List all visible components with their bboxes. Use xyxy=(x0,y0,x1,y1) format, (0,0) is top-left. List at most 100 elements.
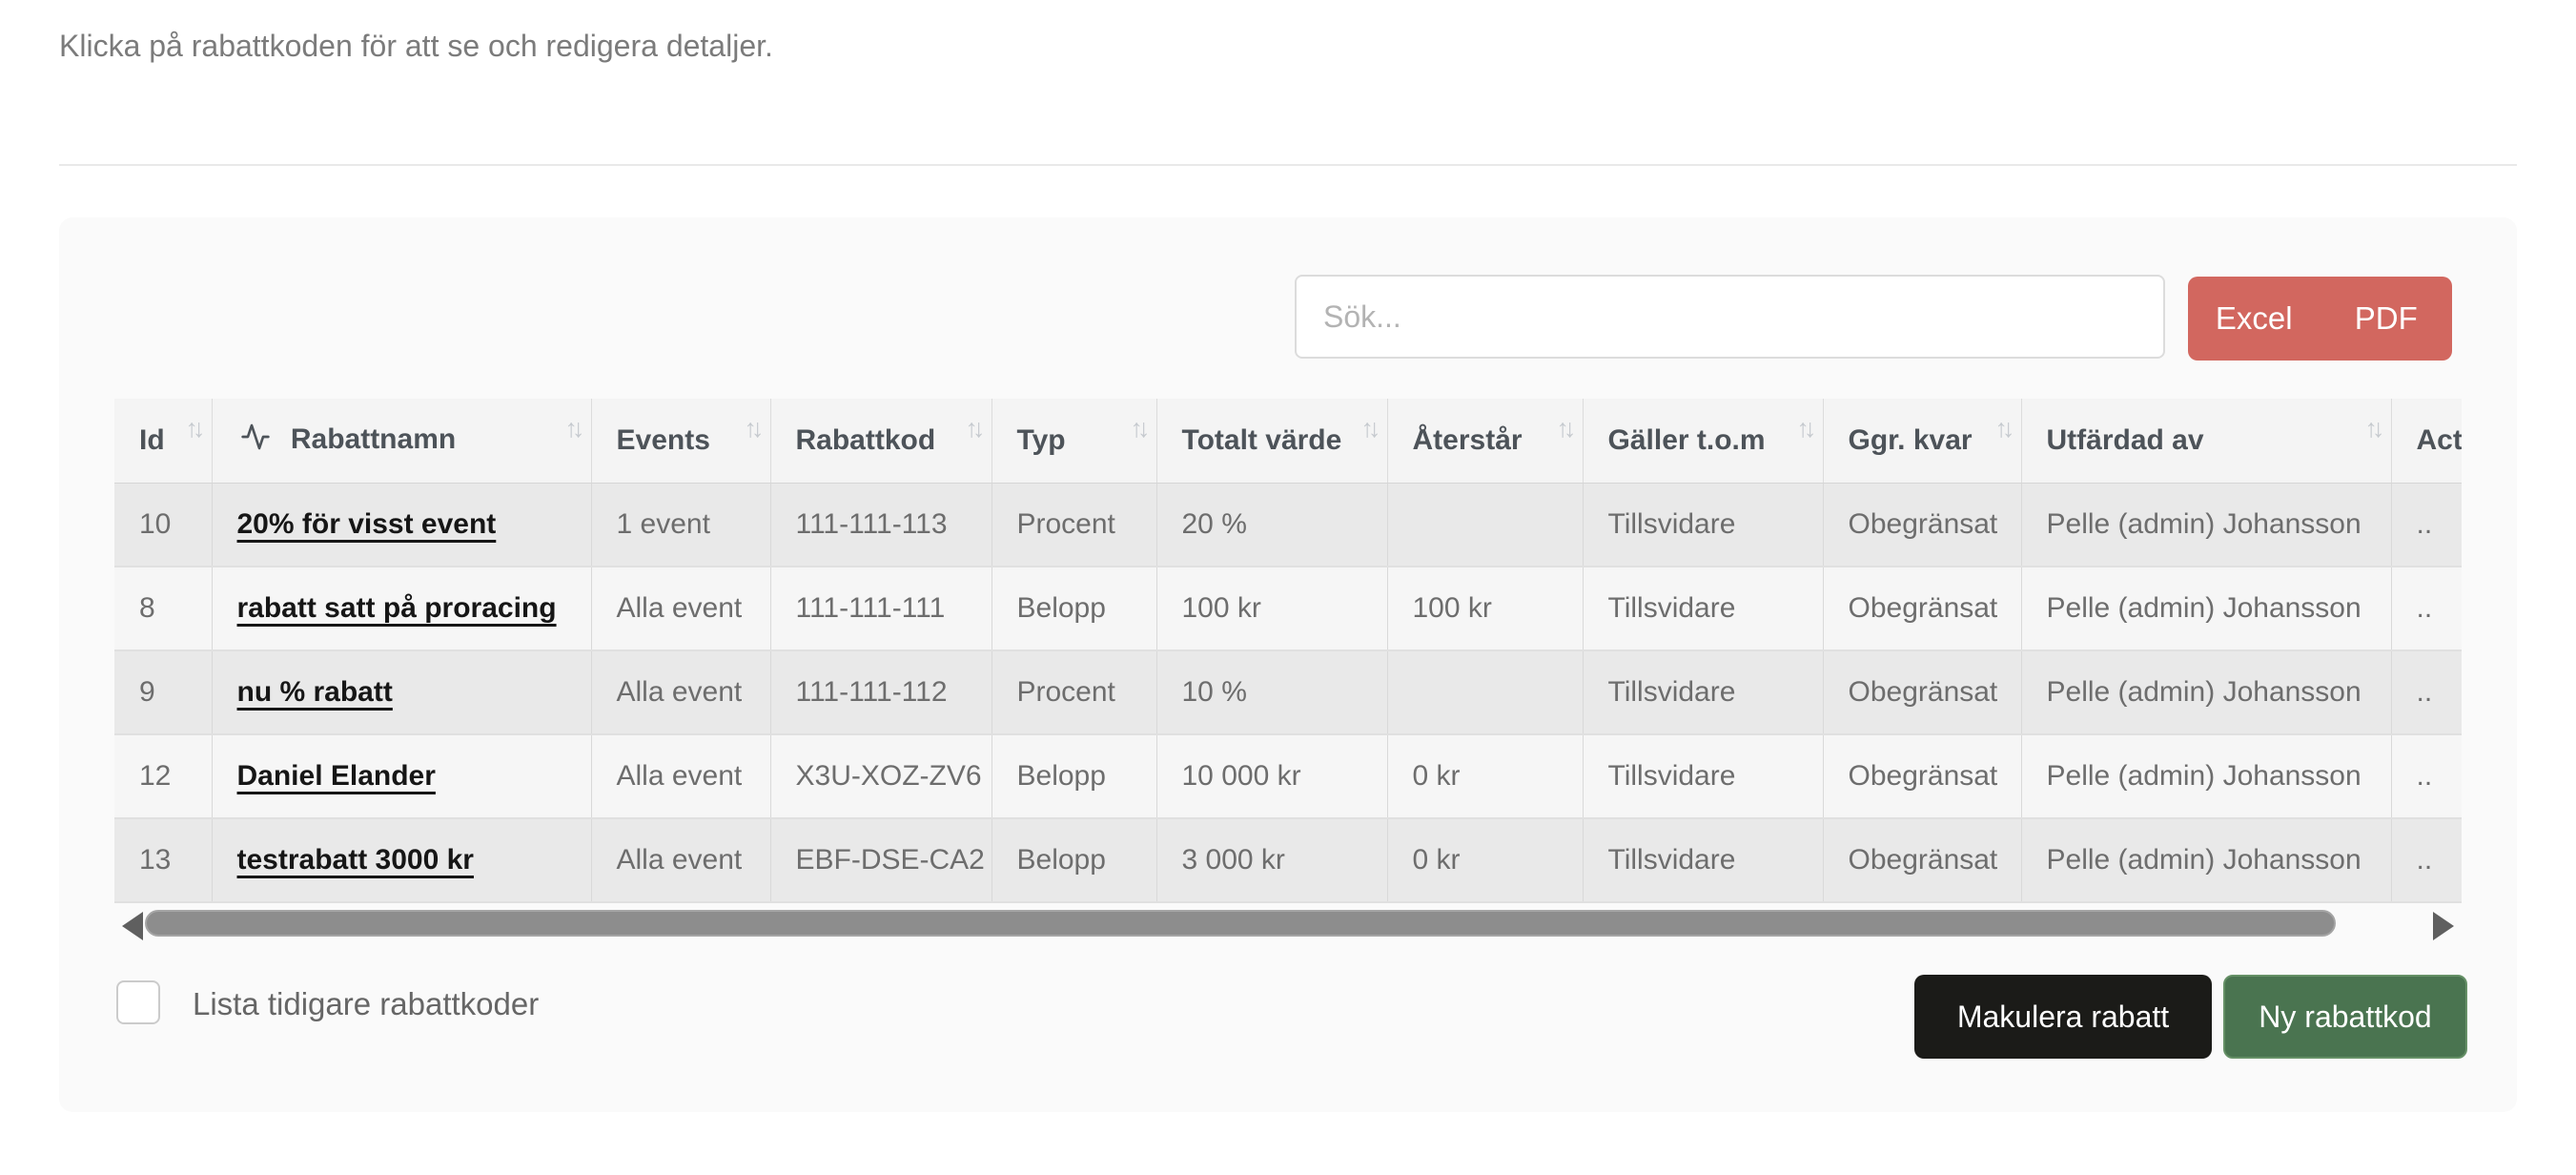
cell-issued-by: Pelle (admin) Johansson xyxy=(2021,567,2391,650)
sort-icon[interactable]: ↑↓ xyxy=(1131,414,1145,443)
discount-name-link[interactable]: 20% för visst event xyxy=(237,508,497,540)
cell-type: Procent xyxy=(992,650,1156,734)
table-row: 8 rabatt satt på proracing Alla event 11… xyxy=(114,567,2462,650)
cell-issued-by: Pelle (admin) Johansson xyxy=(2021,734,2391,818)
cell-events: Alla event xyxy=(591,567,770,650)
cell-issued-by: Pelle (admin) Johansson xyxy=(2021,483,2391,567)
cell-code: EBF-DSE-CA2 xyxy=(770,818,992,902)
column-header-typ[interactable]: Typ ↑↓ xyxy=(992,399,1156,483)
checkbox-label: Lista tidigare rabattkoder xyxy=(193,986,539,1022)
export-button-group: Excel PDF xyxy=(2188,277,2452,361)
activity-icon xyxy=(237,422,274,460)
cell-total: 10 000 kr xyxy=(1156,734,1387,818)
cell-valid-until: Tillsvidare xyxy=(1583,734,1823,818)
column-header-events[interactable]: Events ↑↓ xyxy=(591,399,770,483)
sort-icon[interactable]: ↑↓ xyxy=(1557,414,1571,443)
discount-name-link[interactable]: Daniel Elander xyxy=(237,760,436,792)
cell-actions[interactable]: .. xyxy=(2391,818,2462,902)
cell-total: 20 % xyxy=(1156,483,1387,567)
cell-total: 3 000 kr xyxy=(1156,818,1387,902)
cell-remaining xyxy=(1387,483,1583,567)
cell-id: 8 xyxy=(114,567,212,650)
cell-uses-left: Obegränsat xyxy=(1823,483,2021,567)
cell-valid-until: Tillsvidare xyxy=(1583,483,1823,567)
cell-actions[interactable]: .. xyxy=(2391,650,2462,734)
column-header-rabattnamn[interactable]: Rabattnamn ↑↓ xyxy=(212,399,591,483)
table-header-row: Id ↑↓ Rabattnamn ↑↓ Events ↑↓ xyxy=(114,399,2462,483)
table-row: 12 Daniel Elander Alla event X3U-XOZ-ZV6… xyxy=(114,734,2462,818)
cell-type: Belopp xyxy=(992,818,1156,902)
cell-code: X3U-XOZ-ZV6 xyxy=(770,734,992,818)
export-excel-button[interactable]: Excel xyxy=(2188,277,2320,361)
cell-events: Alla event xyxy=(591,650,770,734)
cell-total: 10 % xyxy=(1156,650,1387,734)
table-row: 13 testrabatt 3000 kr Alla event EBF-DSE… xyxy=(114,818,2462,902)
cell-id: 13 xyxy=(114,818,212,902)
sort-icon[interactable]: ↑↓ xyxy=(745,414,759,443)
sort-icon[interactable]: ↑↓ xyxy=(186,414,200,443)
cell-remaining: 100 kr xyxy=(1387,567,1583,650)
new-discount-code-button[interactable]: Ny rabattkod xyxy=(2223,975,2467,1059)
column-header-galler-tom[interactable]: Gäller t.o.m ↑↓ xyxy=(1583,399,1823,483)
sort-icon[interactable]: ↑↓ xyxy=(966,414,980,443)
discount-table-card: Excel PDF Id ↑↓ xyxy=(59,217,2517,1112)
cell-type: Belopp xyxy=(992,567,1156,650)
scroll-right-arrow[interactable] xyxy=(2433,912,2454,940)
cancel-discount-button[interactable]: Makulera rabatt xyxy=(1914,975,2212,1059)
scrollbar-thumb[interactable] xyxy=(145,910,2336,937)
cell-code: 111-111-112 xyxy=(770,650,992,734)
discount-name-link[interactable]: nu % rabatt xyxy=(237,676,393,708)
column-header-totalt-varde[interactable]: Totalt värde ↑↓ xyxy=(1156,399,1387,483)
cell-actions[interactable]: .. xyxy=(2391,483,2462,567)
cell-id: 9 xyxy=(114,650,212,734)
column-header-actions[interactable]: Act xyxy=(2391,399,2462,483)
table-row: 9 nu % rabatt Alla event 111-111-112 Pro… xyxy=(114,650,2462,734)
cell-events: Alla event xyxy=(591,818,770,902)
section-divider xyxy=(59,164,2517,166)
sort-icon[interactable]: ↑↓ xyxy=(565,414,580,443)
sort-icon[interactable]: ↑↓ xyxy=(1797,414,1811,443)
cell-remaining xyxy=(1387,650,1583,734)
scroll-left-arrow[interactable] xyxy=(122,912,143,940)
cell-id: 12 xyxy=(114,734,212,818)
cell-actions[interactable]: .. xyxy=(2391,567,2462,650)
cell-uses-left: Obegränsat xyxy=(1823,650,2021,734)
sort-icon[interactable]: ↑↓ xyxy=(1361,414,1376,443)
column-header-rabattkod[interactable]: Rabattkod ↑↓ xyxy=(770,399,992,483)
cell-type: Procent xyxy=(992,483,1156,567)
discount-name-link[interactable]: testrabatt 3000 kr xyxy=(237,844,474,876)
cell-issued-by: Pelle (admin) Johansson xyxy=(2021,650,2391,734)
cell-remaining: 0 kr xyxy=(1387,734,1583,818)
column-header-utfardad-av[interactable]: Utfärdad av ↑↓ xyxy=(2021,399,2391,483)
cell-uses-left: Obegränsat xyxy=(1823,567,2021,650)
cell-events: Alla event xyxy=(591,734,770,818)
cell-uses-left: Obegränsat xyxy=(1823,734,2021,818)
column-header-id[interactable]: Id ↑↓ xyxy=(114,399,212,483)
cell-remaining: 0 kr xyxy=(1387,818,1583,902)
table-scroll-viewport: Id ↑↓ Rabattnamn ↑↓ Events ↑↓ xyxy=(114,399,2462,906)
cell-valid-until: Tillsvidare xyxy=(1583,650,1823,734)
cell-code: 111-111-111 xyxy=(770,567,992,650)
list-previous-codes-checkbox[interactable] xyxy=(116,980,160,1024)
cell-valid-until: Tillsvidare xyxy=(1583,818,1823,902)
intro-text: Klicka på rabattkoden för att se och red… xyxy=(59,29,773,64)
discount-codes-page: Klicka på rabattkoden för att se och red… xyxy=(0,0,2576,1175)
cell-id: 10 xyxy=(114,483,212,567)
column-header-aterstar[interactable]: Återstår ↑↓ xyxy=(1387,399,1583,483)
discount-name-link[interactable]: rabatt satt på proracing xyxy=(237,592,557,624)
cell-code: 111-111-113 xyxy=(770,483,992,567)
table-row: 10 20% för visst event 1 event 111-111-1… xyxy=(114,483,2462,567)
cell-valid-until: Tillsvidare xyxy=(1583,567,1823,650)
discount-codes-table: Id ↑↓ Rabattnamn ↑↓ Events ↑↓ xyxy=(114,399,2462,903)
search-input[interactable] xyxy=(1295,275,2165,359)
column-header-ggr-kvar[interactable]: Ggr. kvar ↑↓ xyxy=(1823,399,2021,483)
sort-icon[interactable]: ↑↓ xyxy=(2365,414,2380,443)
sort-icon[interactable]: ↑↓ xyxy=(1995,414,2010,443)
export-pdf-button[interactable]: PDF xyxy=(2320,277,2453,361)
cell-actions[interactable]: .. xyxy=(2391,734,2462,818)
cell-events: 1 event xyxy=(591,483,770,567)
cell-type: Belopp xyxy=(992,734,1156,818)
cell-issued-by: Pelle (admin) Johansson xyxy=(2021,818,2391,902)
cell-uses-left: Obegränsat xyxy=(1823,818,2021,902)
cell-total: 100 kr xyxy=(1156,567,1387,650)
